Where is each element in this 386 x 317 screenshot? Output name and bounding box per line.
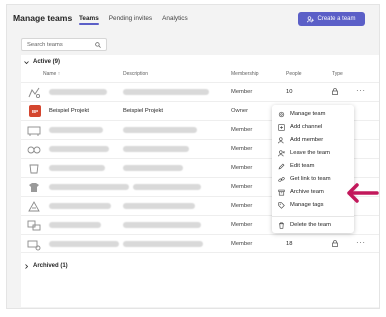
archived-section-header[interactable]: Archived (1) [24, 263, 68, 269]
membership-value: Member [231, 203, 253, 209]
membership-value: Member [231, 146, 253, 152]
team-avatar-icon [27, 220, 41, 231]
link-icon [278, 177, 285, 182]
menu-item-leave-team[interactable]: Leave the team [272, 147, 354, 160]
membership-value: Member [231, 184, 253, 190]
search-icon [95, 42, 101, 48]
table-row[interactable]: Member 10 ··· [21, 82, 379, 101]
menu-item-add-channel[interactable]: Add channel [272, 121, 354, 134]
redacted-name [49, 203, 111, 209]
team-avatar-icon [27, 240, 41, 251]
lock-icon [332, 240, 338, 247]
membership-value: Member [231, 222, 253, 228]
lock-icon [332, 88, 338, 95]
tab-analytics[interactable]: Analytics [162, 15, 188, 25]
trash-icon [279, 222, 284, 229]
active-section-header[interactable]: Active (9) [24, 59, 60, 65]
redacted-name [49, 165, 105, 171]
pencil-icon [278, 163, 285, 170]
menu-item-add-member[interactable]: Add member [272, 134, 354, 147]
more-options-button[interactable]: ··· [356, 86, 366, 95]
redacted-name [49, 127, 103, 133]
team-description: Beispiel Projekt [123, 108, 163, 114]
archived-section-label: Archived (1) [33, 263, 68, 269]
team-name: Beispiel Projekt [49, 108, 89, 114]
redacted-description [123, 165, 183, 171]
team-avatar-icon [27, 126, 41, 136]
membership-value: Member [231, 127, 253, 133]
tag-icon [278, 202, 285, 209]
redacted-description [123, 146, 189, 152]
team-avatar-icon [28, 201, 40, 212]
add-member-icon [278, 137, 284, 144]
people-count: 18 [286, 241, 293, 247]
redacted-description [123, 241, 203, 247]
membership-value: Member [231, 165, 253, 171]
redacted-name [49, 146, 109, 152]
redacted-description [123, 89, 209, 95]
redacted-name [49, 184, 129, 190]
tab-bar: Teams Pending invites Analytics [79, 15, 188, 25]
menu-item-manage-team[interactable]: Manage team [272, 108, 354, 121]
create-team-button[interactable]: Create a team [298, 12, 365, 26]
redacted-name [49, 241, 119, 247]
column-header-description[interactable]: Description [123, 71, 148, 77]
column-header-people[interactable]: People [286, 71, 302, 77]
redacted-name [49, 222, 101, 228]
search-placeholder: Search teams [27, 41, 63, 48]
column-header-name[interactable]: Name ↑ [43, 71, 60, 77]
chevron-down-icon [24, 60, 29, 64]
page-title: Manage teams [13, 13, 73, 23]
archive-icon [278, 189, 285, 196]
tab-teams[interactable]: Teams [79, 15, 99, 25]
menu-item-delete-team[interactable]: Delete the team [272, 219, 354, 232]
team-avatar: BP [29, 105, 41, 117]
redacted-description [123, 203, 195, 209]
tab-pending-invites[interactable]: Pending invites [109, 15, 152, 25]
people-count: 10 [286, 89, 293, 95]
membership-value: Member [231, 241, 253, 247]
membership-value: Member [231, 89, 253, 95]
people-add-icon [307, 15, 315, 22]
redacted-description [123, 222, 201, 228]
search-input[interactable]: Search teams [21, 38, 107, 51]
team-avatar-icon [27, 146, 41, 154]
team-avatar-icon [29, 164, 39, 174]
channel-icon [278, 124, 285, 131]
gear-icon [278, 111, 285, 118]
chevron-right-icon [25, 263, 29, 269]
create-team-label: Create a team [317, 16, 356, 22]
team-avatar-icon [29, 183, 39, 192]
team-context-menu: Manage team Add channel Add member Leave… [272, 105, 354, 233]
more-options-button[interactable]: ··· [356, 238, 366, 247]
team-avatar-icon [28, 87, 41, 99]
menu-divider [272, 216, 354, 217]
column-header-membership[interactable]: Membership [231, 71, 259, 77]
annotation-arrow-icon [347, 183, 379, 203]
membership-value: Owner [231, 108, 249, 114]
menu-item-edit-team[interactable]: Edit team [272, 160, 354, 173]
table-row[interactable]: Member 18 ··· [21, 234, 379, 253]
redacted-description [133, 184, 201, 190]
active-section-label: Active (9) [33, 59, 61, 65]
app-frame: Manage teams Teams Pending invites Analy… [6, 4, 380, 309]
redacted-description [123, 127, 197, 133]
redacted-name [49, 89, 107, 95]
column-header-type[interactable]: Type [332, 71, 343, 77]
leave-icon [278, 150, 285, 157]
